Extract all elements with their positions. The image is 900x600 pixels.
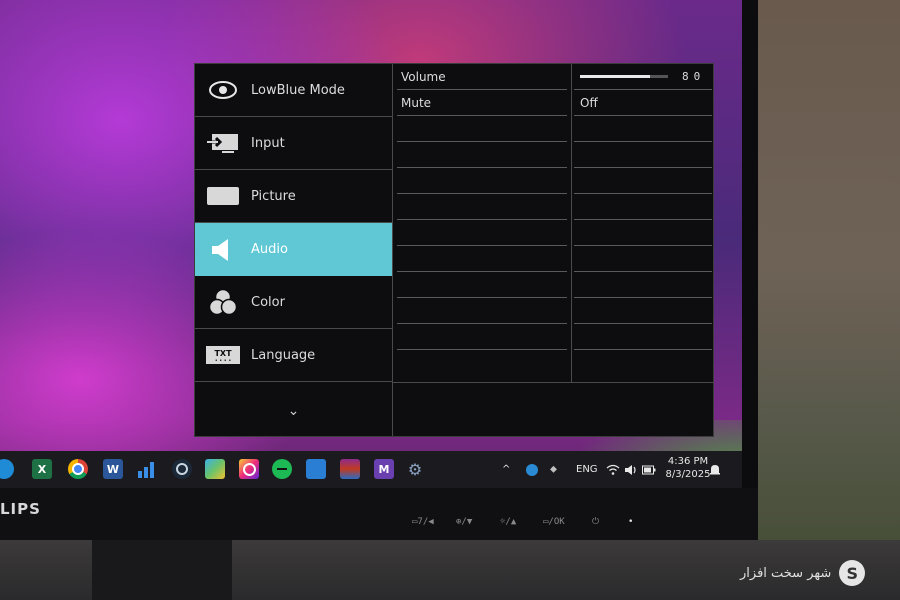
compass-icon[interactable] [526,451,538,488]
value-empty-row [574,116,712,142]
menu-item-input[interactable]: Input [195,117,392,170]
picture-icon [205,183,241,209]
submenu-empty-row [397,142,567,168]
monitor-osd-menu: LowBlue Mode Input Picture Audio Color T… [194,63,714,437]
input-icon [205,130,241,156]
volume-control[interactable]: 80 [574,64,712,90]
clock-time: 4:36 PM [667,456,709,467]
menu-item-label: Input [251,135,285,151]
submenu-empty-row [397,168,567,194]
color-icon [205,288,241,316]
value-empty-row [574,220,712,246]
volume-slider-fill [580,75,651,78]
value-empty-row [574,350,712,376]
watermark: شهر سخت افزار S [740,560,866,586]
photos-icon[interactable] [205,459,225,479]
battery-icon[interactable] [642,451,656,488]
menu-item-label: Language [251,347,316,363]
monitor-stand [92,540,232,600]
menu-item-label: Color [251,294,285,310]
submenu-label: Volume [401,69,446,84]
taskbar-clock[interactable]: 4:36 PM 8/3/2025 [660,455,716,481]
monitor-bottom-bezel [0,488,758,540]
menu-item-label: LowBlue Mode [251,82,345,98]
submenu-empty-row [397,194,567,220]
submenu-empty-row [397,272,567,298]
watermark-logo: S [839,560,866,586]
value-empty-row [574,168,712,194]
mute-value: Off [580,95,598,110]
volume-slider[interactable] [580,75,668,78]
input-down-button[interactable]: ⊕/▼ [456,517,472,527]
menu-item-picture[interactable]: Picture [195,170,392,223]
instagram-icon[interactable] [239,459,259,479]
watermark-text: شهر سخت افزار [740,565,832,581]
settings-icon[interactable]: ⚙ [405,459,425,479]
submenu-empty-row [397,116,567,142]
menu-back-button[interactable]: ▭7/◀ [412,517,434,527]
show-hidden-icons-chevron[interactable]: ^ [502,451,510,488]
submenu-empty-row [397,220,567,246]
value-empty-row [574,324,712,350]
room-wall [755,0,900,600]
value-empty-row [574,272,712,298]
windows-taskbar: X W M ⚙ ^ ⬥ ENG [0,451,742,488]
power-led: • [628,517,634,527]
osd-values: 80 Off [572,64,713,382]
more-chevron-icon[interactable]: ⌄ [195,386,392,436]
value-empty-row [574,194,712,220]
language-icon: TXT • • • • [205,342,241,368]
svg-text:• • • •: • • • • [215,358,232,364]
submenu-label: Mute [401,95,432,110]
excel-icon[interactable]: X [32,459,52,479]
value-empty-row [574,298,712,324]
eye-icon [205,77,241,103]
language-indicator[interactable]: ENG [576,451,598,488]
osd-submenu: Volume Mute [393,64,572,382]
brand-logo: LIPS [0,500,41,518]
media-icon[interactable]: M [374,459,394,479]
clock-date: 8/3/2025 [665,469,711,480]
menu-item-color[interactable]: Color [195,276,392,329]
edge-icon[interactable] [0,459,14,479]
volume-icon[interactable] [624,451,638,488]
osd-main-menu: LowBlue Mode Input Picture Audio Color T… [195,64,393,436]
menu-ok-button[interactable]: ▭/OK [543,517,565,527]
menu-item-label: Picture [251,188,296,204]
signal-bars-icon[interactable] [137,459,157,479]
value-empty-row [574,142,712,168]
menu-item-lowblue-mode[interactable]: LowBlue Mode [195,64,392,117]
submenu-item-mute[interactable]: Mute [397,90,567,116]
wifi-icon[interactable] [606,451,620,488]
menu-item-label: Audio [251,242,288,257]
winrar-icon[interactable] [340,459,360,479]
language-icon-text: TXT [214,349,232,358]
speaker-icon [205,237,241,263]
dropbox-icon[interactable]: ⬥ [550,451,557,488]
task-icon[interactable] [306,459,326,479]
power-button[interactable]: ⏻ [592,517,599,527]
word-icon[interactable]: W [103,459,123,479]
osd-divider [393,382,713,383]
spotify-icon[interactable] [272,459,292,479]
menu-item-audio[interactable]: Audio [195,223,392,276]
brightness-up-button[interactable]: ☼/▲ [500,517,516,527]
mute-value-row[interactable]: Off [574,90,712,116]
submenu-empty-row [397,246,567,272]
steam-icon[interactable] [172,459,192,479]
submenu-empty-row [397,324,567,350]
submenu-empty-row [397,298,567,324]
submenu-item-volume[interactable]: Volume [397,64,567,90]
volume-value: 80 [682,70,706,83]
value-empty-row [574,246,712,272]
submenu-empty-row [397,350,567,376]
menu-item-language[interactable]: TXT • • • • Language [195,329,392,382]
chrome-icon[interactable] [68,459,88,479]
